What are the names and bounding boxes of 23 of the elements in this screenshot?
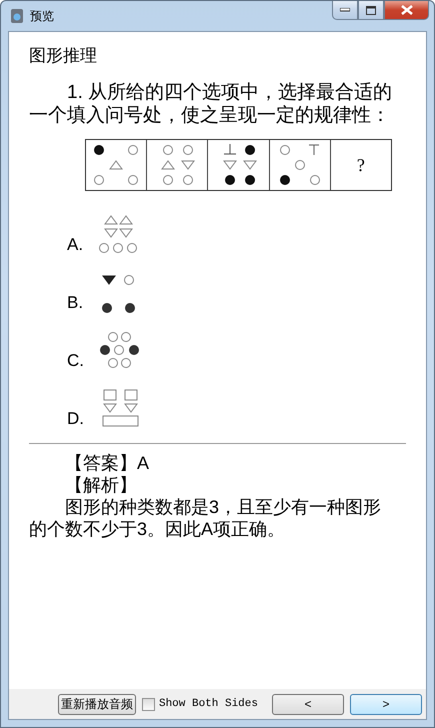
replay-audio-button[interactable]: 重新播放音频	[58, 694, 136, 714]
analysis-title: 【解析】	[64, 474, 138, 496]
answer-text: 【答案】A	[64, 452, 150, 474]
close-button[interactable]	[384, 1, 429, 20]
checkbox-label: Show Both Sides	[158, 698, 258, 710]
window-title: 预览	[30, 8, 54, 24]
previous-button[interactable]: <	[272, 694, 344, 714]
question-text: 1. 从所给的四个选项中，选择最合适的一个填入问号处，使之呈现一定的规律性：	[29, 81, 394, 127]
maximize-button[interactable]	[358, 1, 384, 20]
next-button[interactable]: >	[350, 694, 422, 714]
app-icon	[10, 8, 24, 24]
analysis-text: 图形的种类数都是3，且至少有一种图形的个数不少于3。因此A项正确。	[29, 496, 382, 540]
option-label: A.	[67, 235, 84, 255]
close-icon	[400, 5, 412, 15]
maximize-icon	[366, 6, 376, 14]
question-mark: ?	[356, 154, 365, 176]
option-label: C.	[67, 351, 84, 371]
minimize-icon	[340, 8, 350, 12]
section-heading: 图形推理	[29, 45, 98, 67]
show-both-sides-checkbox[interactable]	[142, 698, 155, 710]
option-label: D.	[67, 409, 84, 429]
option-label: B.	[67, 293, 84, 313]
minimize-button[interactable]	[332, 1, 358, 20]
